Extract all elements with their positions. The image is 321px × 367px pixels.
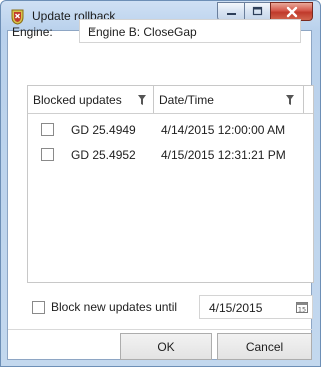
update-cell: GD 25.4949 — [71, 123, 136, 137]
column-header-blocked-updates[interactable]: Blocked updates — [28, 86, 154, 113]
update-cell: GD 25.4952 — [71, 148, 136, 162]
close-icon — [286, 6, 297, 17]
app-icon — [11, 9, 24, 25]
row-checkbox[interactable] — [41, 123, 54, 136]
filter-icon[interactable] — [286, 95, 294, 105]
table-row[interactable]: GD 25.4949 4/14/2015 12:00:00 AM — [28, 117, 313, 142]
block-until-date-picker[interactable]: 4/15/2015 15 — [199, 295, 313, 319]
datetime-cell: 4/14/2015 12:00:00 AM — [161, 123, 286, 137]
column-header-date-time[interactable]: Date/Time — [154, 86, 304, 113]
engine-select[interactable]: Engine B: CloseGap ▼ — [79, 19, 301, 43]
date-value: 4/15/2015 — [209, 301, 263, 315]
block-updates-checkbox[interactable] — [32, 301, 45, 314]
cancel-button[interactable]: Cancel — [217, 333, 312, 360]
filter-icon[interactable] — [138, 95, 146, 105]
maximize-icon — [252, 6, 263, 16]
table-header: Blocked updates Date/Time — [28, 86, 313, 114]
engine-label: Engine: — [12, 25, 53, 39]
blocked-updates-table: Blocked updates Date/Time GD 25.4949 4/1… — [27, 85, 314, 283]
column-header-label: Blocked updates — [33, 93, 122, 107]
divider — [8, 329, 312, 330]
block-updates-label[interactable]: Block new updates until — [51, 300, 177, 314]
calendar-icon[interactable]: 15 — [296, 301, 308, 313]
minimize-icon — [226, 13, 236, 15]
table-row[interactable]: GD 25.4952 4/15/2015 12:31:21 PM — [28, 142, 313, 167]
row-checkbox[interactable] — [41, 148, 54, 161]
datetime-cell: 4/15/2015 12:31:21 PM — [161, 148, 286, 162]
chevron-down-icon: ▼ — [88, 25, 98, 36]
svg-text:15: 15 — [298, 306, 306, 314]
ok-button[interactable]: OK — [120, 333, 212, 360]
column-header-label: Date/Time — [159, 93, 214, 107]
